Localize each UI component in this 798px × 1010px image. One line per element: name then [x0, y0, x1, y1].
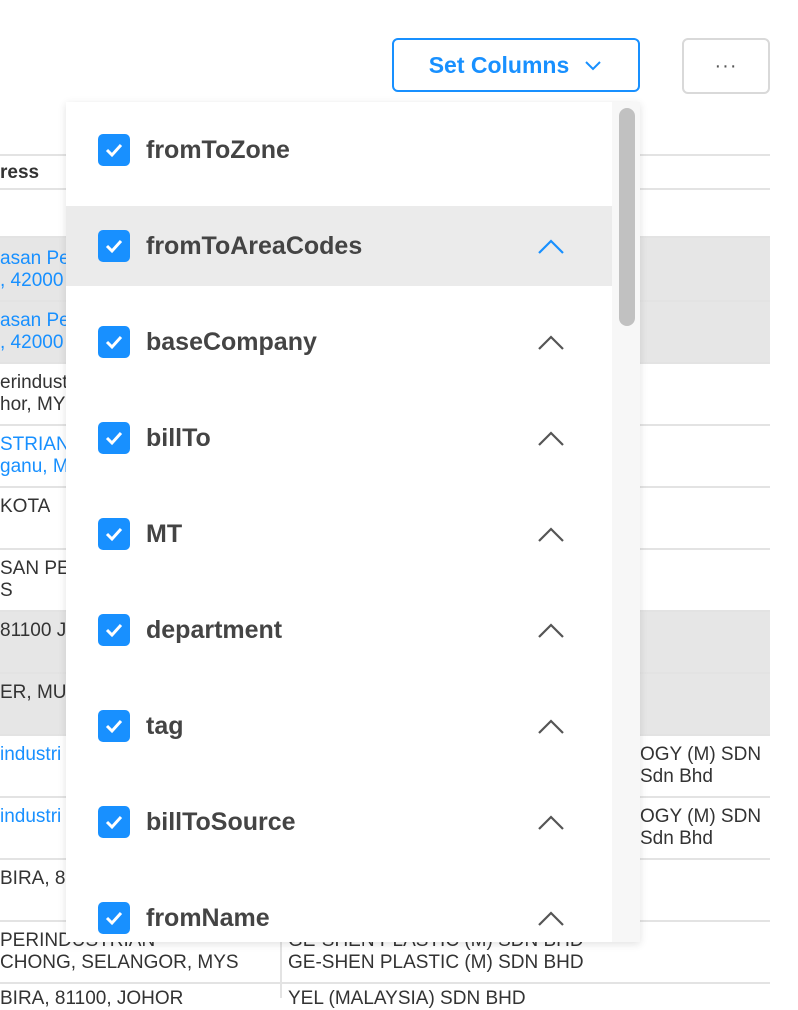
- row-divider: [0, 982, 770, 984]
- column-option-label: baseCompany: [146, 327, 317, 356]
- chevron-up-icon[interactable]: [536, 908, 566, 928]
- column-option-MT[interactable]: MT: [66, 494, 612, 574]
- column-option-tag[interactable]: tag: [66, 686, 612, 766]
- check-icon: [105, 335, 123, 350]
- checkbox-checked[interactable]: [98, 614, 130, 646]
- table-cell[interactable]: asan Pe, 42000: [0, 248, 70, 292]
- check-icon: [105, 527, 123, 542]
- table-cell: SAN PE S: [0, 558, 70, 601]
- table-cell: BIRA, 81100, JOHOR: [0, 988, 184, 1009]
- check-icon: [105, 143, 123, 158]
- check-icon: [105, 911, 123, 926]
- column-option-baseCompany[interactable]: baseCompany: [66, 302, 612, 382]
- column-option-label: department: [146, 615, 283, 644]
- chevron-up-icon[interactable]: [536, 812, 566, 832]
- column-option-billTo[interactable]: billTo: [66, 398, 612, 478]
- table-cell: KOTA: [0, 496, 51, 517]
- table-cell: 81100 J: [0, 620, 67, 641]
- column-option-label: fromToAreaCodes: [146, 231, 363, 260]
- table-cell: OGY (M) SDN Sdn Bhd: [640, 806, 762, 849]
- chevron-up-icon[interactable]: [536, 236, 566, 256]
- chevron-up-icon[interactable]: [536, 428, 566, 448]
- column-option-label: fromName: [146, 903, 270, 932]
- checkbox-checked[interactable]: [98, 230, 130, 262]
- column-option-label: tag: [146, 711, 184, 740]
- column-option-label: MT: [146, 519, 183, 548]
- check-icon: [105, 431, 123, 446]
- set-columns-label: Set Columns: [428, 51, 570, 78]
- column-option-label: fromToZone: [146, 135, 290, 164]
- checkbox-checked[interactable]: [98, 806, 130, 838]
- column-option-label: billTo: [146, 423, 211, 452]
- chevron-up-icon[interactable]: [536, 716, 566, 736]
- ellipsis-icon: ···: [714, 54, 738, 77]
- checkbox-checked[interactable]: [98, 518, 130, 550]
- checkbox-checked[interactable]: [98, 422, 130, 454]
- table-cell: erindust hor, MY: [0, 372, 68, 415]
- column-option-department[interactable]: department: [66, 590, 612, 670]
- more-options-button[interactable]: ···: [682, 38, 770, 94]
- dropdown-scrollbar-thumb[interactable]: [619, 108, 635, 326]
- table-cell[interactable]: industri: [0, 744, 61, 766]
- table-cell[interactable]: STRIAN ganu, M: [0, 434, 70, 478]
- column-option-fromToAreaCodes[interactable]: fromToAreaCodes: [66, 206, 612, 286]
- checkbox-checked[interactable]: [98, 710, 130, 742]
- chevron-up-icon[interactable]: [536, 332, 566, 352]
- checkbox-checked[interactable]: [98, 902, 130, 934]
- table-cell[interactable]: industri: [0, 806, 61, 828]
- check-icon: [105, 623, 123, 638]
- column-option-billToSource[interactable]: billToSource: [66, 782, 612, 862]
- set-columns-button[interactable]: Set Columns: [392, 38, 640, 92]
- table-cell: OGY (M) SDN Sdn Bhd: [640, 744, 762, 787]
- chevron-up-icon[interactable]: [536, 524, 566, 544]
- column-option-fromToZone[interactable]: fromToZone: [66, 110, 612, 190]
- table-cell: ER, MUI: [0, 682, 72, 703]
- column-header-address[interactable]: ress: [0, 162, 39, 184]
- check-icon: [105, 239, 123, 254]
- column-settings-dropdown: fromToZone fromToAreaCodes baseCompany b…: [66, 102, 640, 942]
- checkbox-checked[interactable]: [98, 326, 130, 358]
- table-cell[interactable]: asan Pe, 42000: [0, 310, 70, 354]
- check-icon: [105, 815, 123, 830]
- column-option-label: billToSource: [146, 807, 296, 836]
- chevron-down-icon: [585, 61, 601, 71]
- checkbox-checked[interactable]: [98, 134, 130, 166]
- check-icon: [105, 719, 123, 734]
- table-cell: BIRA, 8: [0, 868, 66, 889]
- chevron-up-icon[interactable]: [536, 620, 566, 640]
- column-option-fromName[interactable]: fromName: [66, 878, 612, 942]
- table-cell: YEL (MALAYSIA) SDN BHD: [288, 988, 526, 1009]
